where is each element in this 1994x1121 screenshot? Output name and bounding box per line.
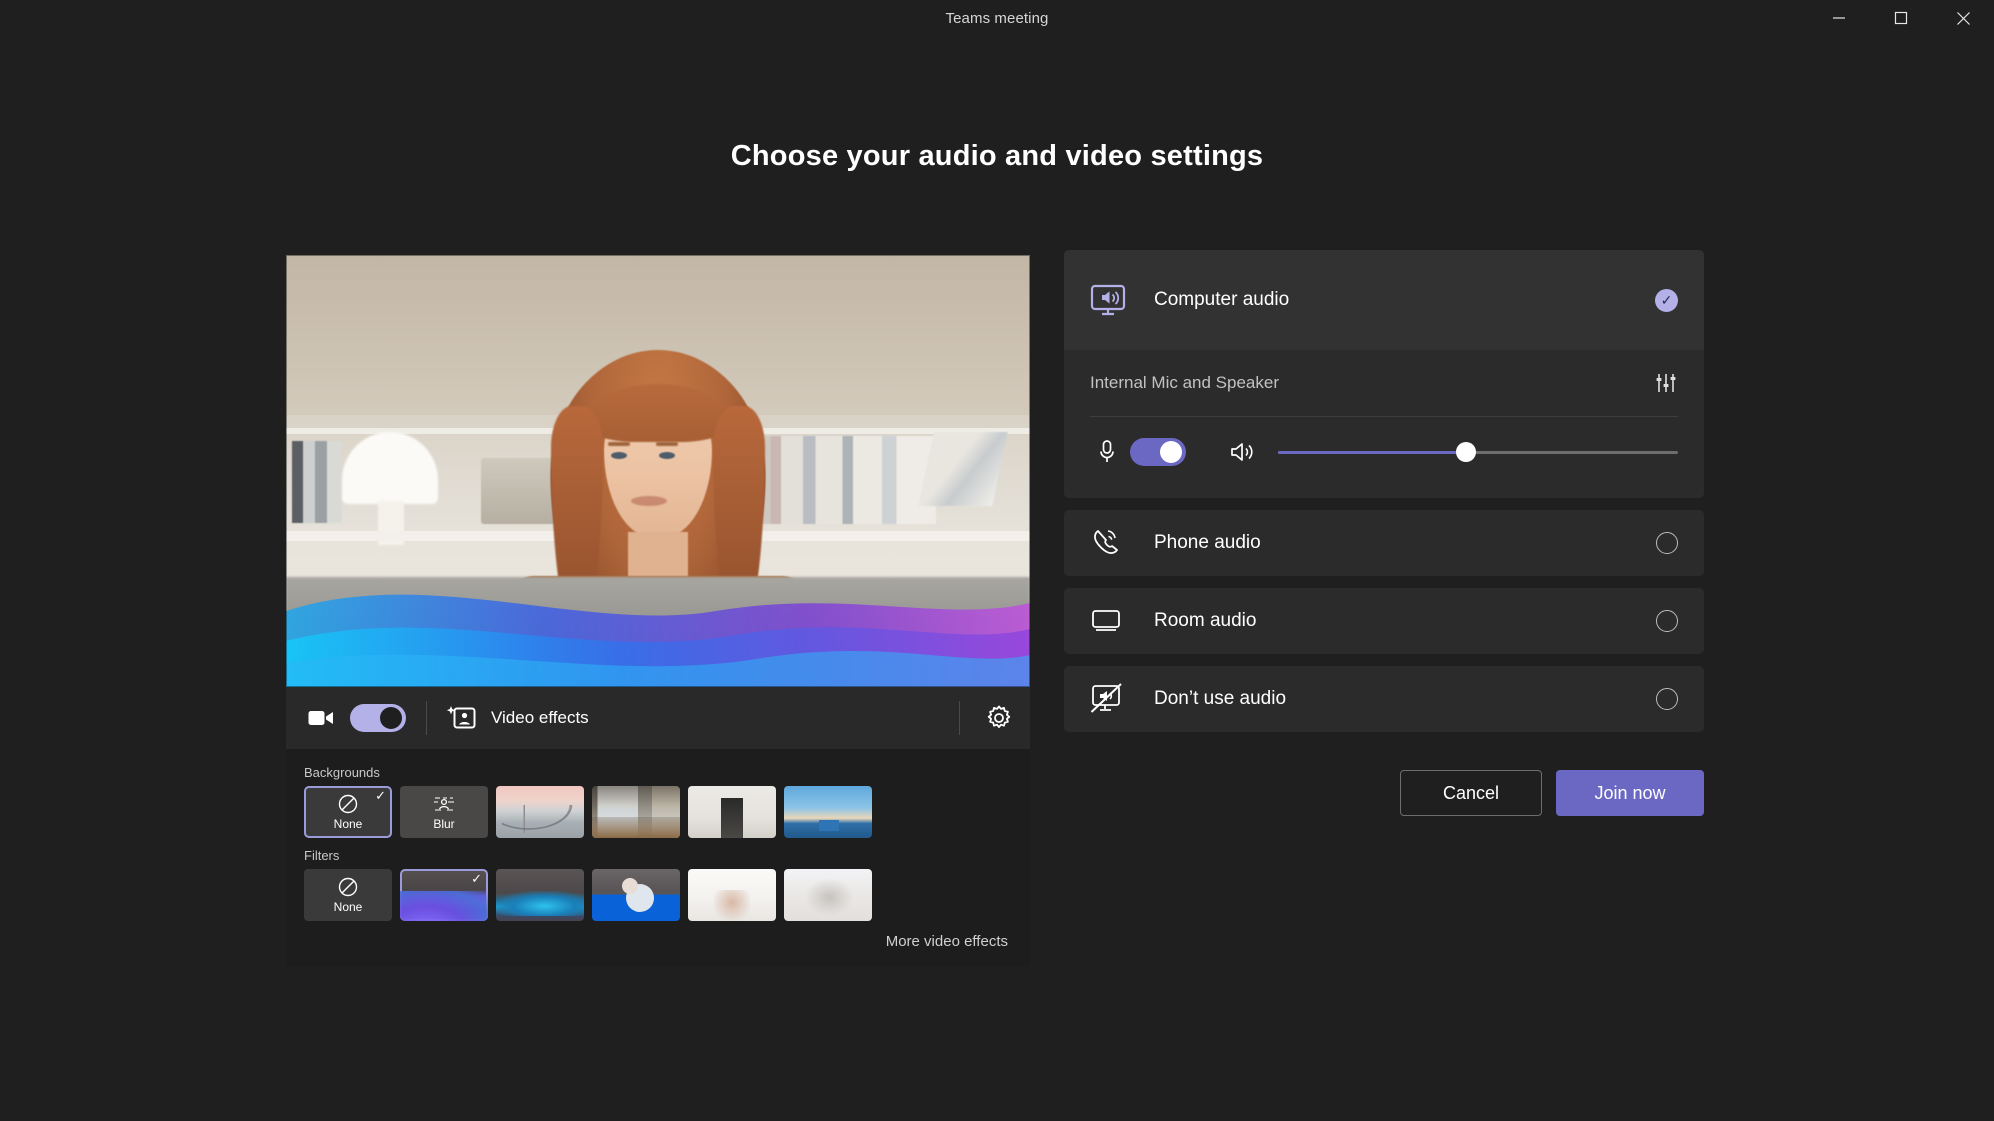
filter-option-purple-wave[interactable]: ✓ [400,869,488,921]
speaker-icon [1230,441,1260,463]
audio-controls-row [1090,417,1678,487]
audio-settings-sliders-icon[interactable] [1654,371,1678,395]
audio-option-none-label: Don’t use audio [1154,688,1287,709]
audio-option-none[interactable]: Don’t use audio [1064,666,1704,732]
volume-slider-thumb[interactable] [1456,442,1476,462]
audio-option-phone-label: Phone audio [1154,532,1261,553]
background-option-none[interactable]: None ✓ [304,786,392,838]
audio-option-room[interactable]: Room audio [1064,588,1704,654]
more-video-effects-link[interactable]: More video effects [304,921,1012,952]
gear-icon[interactable] [986,705,1012,731]
filter-option-bright-1[interactable] [688,869,776,921]
no-audio-icon [1090,683,1144,715]
toolbar-divider-left [426,701,427,735]
filter-option-bright-2[interactable] [784,869,872,921]
video-effects-label[interactable]: Video effects [491,708,589,728]
filters-row: None ✓ [304,869,1012,921]
room-audio-icon [1090,608,1144,634]
maximize-icon[interactable] [1870,0,1932,36]
camera-toggle-knob [380,707,402,729]
join-now-button[interactable]: Join now [1556,770,1704,816]
audio-option-phone-radio[interactable] [1656,532,1678,554]
toolbar-divider-right [959,701,960,735]
audio-option-room-radio[interactable] [1656,610,1678,632]
background-option-bridge[interactable] [496,786,584,838]
filters-label: Filters [304,848,340,863]
close-icon[interactable] [1932,0,1994,36]
video-camera-icon[interactable] [304,709,338,727]
card-gap-1 [1064,498,1704,510]
backgrounds-row: None ✓ Blur [304,786,1012,838]
background-option-none-label: None [333,817,363,831]
none-slash-icon [338,794,358,814]
cancel-button[interactable]: Cancel [1400,770,1542,816]
audio-option-computer-radio[interactable]: ✓ [1655,288,1678,312]
camera-preview [286,255,1030,687]
computer-audio-card: Computer audio ✓ Internal Mic and Speake… [1064,250,1704,498]
microphone-toggle-knob [1160,441,1182,463]
microphone-toggle[interactable] [1130,438,1186,466]
page-title: Choose your audio and video settings [730,140,1264,172]
audio-device-block: Internal Mic and Speaker [1064,350,1704,498]
background-option-blur[interactable]: Blur [400,786,488,838]
title-bar: Teams meeting [0,0,1994,36]
window-controls [1808,0,1994,36]
background-option-hallway[interactable] [688,786,776,838]
minimize-icon[interactable] [1808,0,1870,36]
card-gap-3 [1064,654,1704,666]
none-slash-icon [338,877,358,897]
card-gap-2 [1064,576,1704,588]
volume-slider-fill [1278,450,1466,454]
blur-icon [434,797,454,811]
background-option-waterfront[interactable] [784,786,872,838]
toolbar-right-group [959,701,1012,735]
video-settings-column: Video effects Backgrounds None ✓ Blur Fi… [286,255,1030,966]
background-option-office[interactable] [592,786,680,838]
room-audio-card: Room audio [1064,588,1704,654]
filter-option-blue[interactable] [592,869,680,921]
camera-toggle[interactable] [350,704,406,732]
filter-option-none-label: None [333,900,363,914]
filter-selected-check-icon: ✓ [471,871,482,886]
audio-option-room-label: Room audio [1154,610,1257,631]
filter-option-none[interactable]: None [304,869,392,921]
audio-option-phone[interactable]: Phone audio [1064,510,1704,576]
phone-audio-icon [1090,527,1144,559]
phone-audio-card: Phone audio [1064,510,1704,576]
background-option-blur-label: Blur [433,817,455,831]
action-buttons: Cancel Join now [1064,770,1704,816]
audio-device-name: Internal Mic and Speaker [1090,373,1279,392]
backgrounds-label: Backgrounds [304,765,380,780]
computer-audio-icon [1090,283,1144,317]
window-title: Teams meeting [945,9,1049,27]
audio-device-row: Internal Mic and Speaker [1090,350,1678,416]
audio-option-computer[interactable]: Computer audio ✓ [1064,250,1704,350]
no-audio-card: Don’t use audio [1064,666,1704,732]
video-effects-panel: Backgrounds None ✓ Blur Filters None ✓ M… [286,749,1030,966]
audio-device-bottom-spacer [1090,487,1678,498]
volume-slider[interactable] [1278,442,1678,462]
audio-option-computer-label: Computer audio [1154,289,1290,310]
preview-border [286,255,1030,687]
audio-option-none-radio[interactable] [1656,688,1678,710]
video-effects-icon[interactable] [447,704,477,732]
microphone-icon [1090,439,1124,465]
video-effects-toolbar: Video effects [286,687,1030,749]
background-none-check-icon: ✓ [375,788,386,803]
filter-option-teal-wave[interactable] [496,869,584,921]
audio-settings-column: Computer audio ✓ Internal Mic and Speake… [1064,250,1704,816]
